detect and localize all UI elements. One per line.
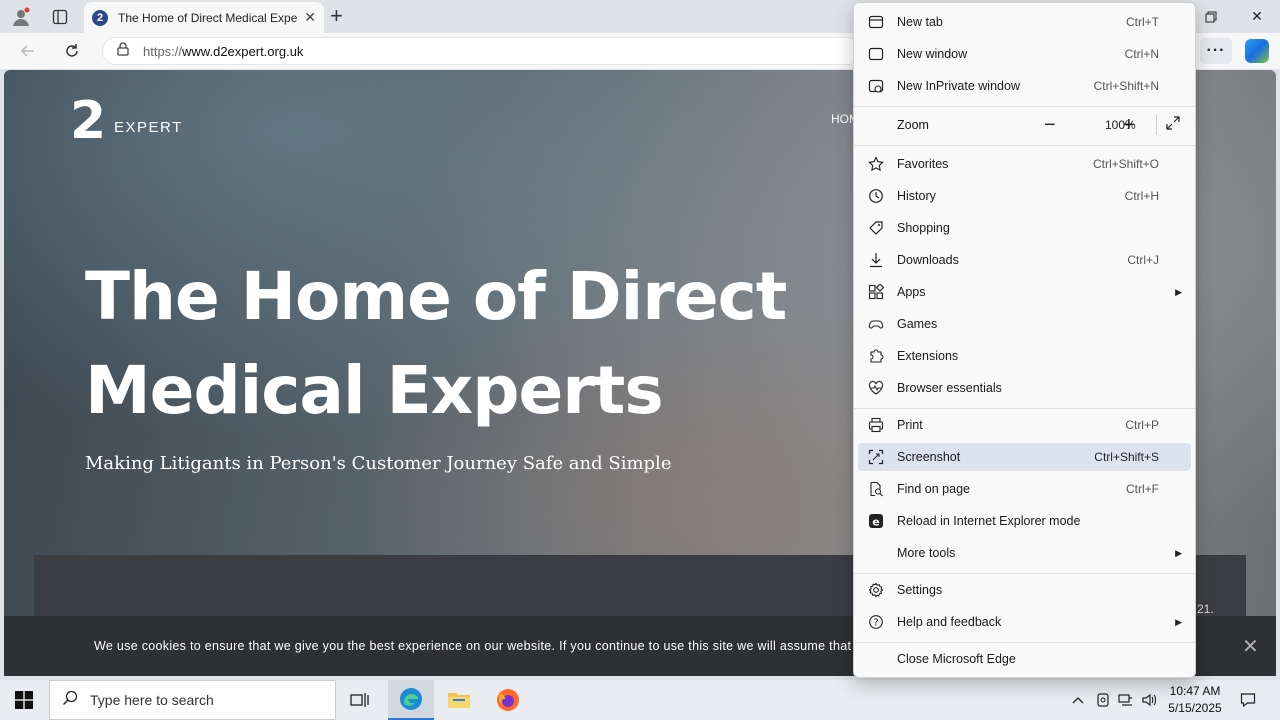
network-icon[interactable] bbox=[1116, 680, 1136, 720]
cookie-text: We use cookies to ensure that we give yo… bbox=[94, 639, 852, 653]
menu-item-print[interactable]: Print Ctrl+P bbox=[858, 411, 1191, 439]
profile-icon[interactable] bbox=[8, 4, 34, 30]
task-view-icon[interactable] bbox=[337, 680, 383, 720]
submenu-arrow-icon: ▶ bbox=[1175, 286, 1182, 297]
menu-separator bbox=[854, 573, 1195, 574]
firefox-icon[interactable] bbox=[485, 680, 531, 720]
taskbar: Type here to search 10:47 AM 5/15/2025 bbox=[0, 680, 1280, 720]
tag-icon bbox=[866, 218, 886, 238]
site-favicon-icon: 2 bbox=[92, 9, 108, 26]
zoom-in-button[interactable]: + bbox=[1123, 114, 1135, 137]
menu-item-favorites[interactable]: Favorites Ctrl+Shift+O bbox=[858, 150, 1191, 178]
hero-title: The Home of Direct Medical Experts bbox=[85, 258, 787, 429]
menu-item-history[interactable]: History Ctrl+H bbox=[858, 182, 1191, 210]
apps-icon bbox=[866, 282, 886, 302]
hero-subtitle: Making Litigants in Person's Customer Jo… bbox=[85, 453, 672, 474]
menu-item-screenshot[interactable]: Screenshot Ctrl+Shift+S bbox=[858, 443, 1191, 471]
menu-item-new-tab[interactable]: New tab Ctrl+T bbox=[858, 8, 1191, 36]
settings-menu: New tab Ctrl+T New window Ctrl+N New InPri… bbox=[853, 2, 1196, 678]
menu-item-browser-essentials[interactable]: Browser essentials bbox=[858, 374, 1191, 402]
search-icon bbox=[62, 690, 78, 711]
back-button[interactable] bbox=[14, 38, 42, 64]
menu-item-new-inprivate[interactable]: New InPrivate window Ctrl+Shift+N bbox=[858, 72, 1191, 100]
menu-item-reload-ie-mode[interactable]: e Reload in Internet Explorer mode bbox=[858, 507, 1191, 535]
games-icon bbox=[866, 314, 886, 334]
notifications-icon[interactable] bbox=[1236, 680, 1260, 720]
edge-taskbar-icon[interactable] bbox=[388, 680, 434, 720]
menu-separator bbox=[854, 106, 1195, 107]
new-window-icon bbox=[866, 44, 886, 64]
menu-separator bbox=[854, 145, 1195, 146]
url-text: https://www.d2expert.org.uk bbox=[143, 43, 304, 59]
menu-item-more-tools[interactable]: More tools ▶ bbox=[858, 539, 1191, 567]
menu-item-downloads[interactable]: Downloads Ctrl+J bbox=[858, 246, 1191, 274]
logo-text: EXPERT bbox=[114, 118, 183, 136]
tray-chevron-icon[interactable] bbox=[1068, 680, 1088, 720]
file-explorer-icon[interactable] bbox=[436, 680, 482, 720]
logo-mark: 2 bbox=[70, 91, 107, 151]
refresh-button[interactable] bbox=[58, 38, 86, 64]
menu-item-apps[interactable]: Apps ▶ bbox=[858, 278, 1191, 306]
puzzle-icon bbox=[866, 346, 886, 366]
volume-icon[interactable] bbox=[1140, 680, 1160, 720]
lock-icon[interactable] bbox=[117, 41, 129, 61]
history-icon bbox=[866, 186, 886, 206]
ie-icon: e bbox=[866, 511, 886, 531]
device-icon[interactable] bbox=[1094, 680, 1112, 720]
gear-icon bbox=[866, 580, 886, 600]
menu-item-help-feedback[interactable]: ? Help and feedback ▶ bbox=[858, 608, 1191, 636]
inprivate-icon bbox=[866, 76, 886, 96]
help-icon: ? bbox=[866, 612, 886, 632]
menu-item-new-window[interactable]: New window Ctrl+N bbox=[858, 40, 1191, 68]
site-logo[interactable]: 2 EXPERT bbox=[70, 91, 183, 151]
new-tab-button[interactable]: + bbox=[330, 5, 343, 27]
zoom-out-button[interactable]: − bbox=[1044, 114, 1056, 137]
download-icon bbox=[866, 250, 886, 270]
screenshot-icon bbox=[866, 447, 886, 467]
submenu-arrow-icon: ▶ bbox=[1175, 547, 1182, 558]
address-bar[interactable]: https://www.d2expert.org.uk bbox=[102, 37, 862, 65]
svg-text:e: e bbox=[872, 516, 879, 529]
menu-separator bbox=[854, 408, 1195, 409]
menu-item-shopping[interactable]: Shopping bbox=[858, 214, 1191, 242]
system-clock[interactable]: 10:47 AM 5/15/2025 bbox=[1166, 683, 1224, 717]
copilot-icon[interactable] bbox=[1245, 39, 1269, 63]
submenu-arrow-icon: ▶ bbox=[1175, 616, 1182, 627]
menu-item-find-on-page[interactable]: Find on page Ctrl+F bbox=[858, 475, 1191, 503]
zoom-divider bbox=[1156, 115, 1157, 135]
close-window-icon[interactable]: ✕ bbox=[1234, 0, 1280, 33]
windows-start-icon[interactable] bbox=[0, 680, 48, 720]
menu-item-zoom: Zoom − 100% + bbox=[858, 111, 1191, 139]
find-icon bbox=[866, 479, 886, 499]
tab-actions-icon[interactable] bbox=[47, 4, 73, 30]
svg-text:?: ? bbox=[873, 618, 878, 629]
settings-and-more-button[interactable]: ··· bbox=[1200, 38, 1232, 64]
menu-item-extensions[interactable]: Extensions bbox=[858, 342, 1191, 370]
heart-pulse-icon bbox=[866, 378, 886, 398]
printer-icon bbox=[866, 415, 886, 435]
tab-close-icon[interactable]: ✕ bbox=[304, 9, 316, 26]
taskbar-search-box[interactable]: Type here to search bbox=[49, 680, 336, 720]
fullscreen-icon[interactable] bbox=[1166, 115, 1180, 135]
active-tab[interactable]: 2 The Home of Direct Medical Experts ✕ bbox=[84, 2, 324, 33]
clock-date: 5/15/2025 bbox=[1168, 701, 1222, 715]
clock-time: 10:47 AM bbox=[1169, 684, 1221, 698]
star-icon bbox=[866, 154, 886, 174]
new-tab-icon bbox=[866, 12, 886, 32]
menu-item-settings[interactable]: Settings bbox=[858, 576, 1191, 604]
tab-title: The Home of Direct Medical Experts bbox=[118, 10, 298, 25]
menu-item-games[interactable]: Games bbox=[858, 310, 1191, 338]
menu-item-close-edge[interactable]: Close Microsoft Edge bbox=[858, 645, 1191, 673]
search-placeholder: Type here to search bbox=[90, 692, 214, 708]
menu-separator bbox=[854, 642, 1195, 643]
